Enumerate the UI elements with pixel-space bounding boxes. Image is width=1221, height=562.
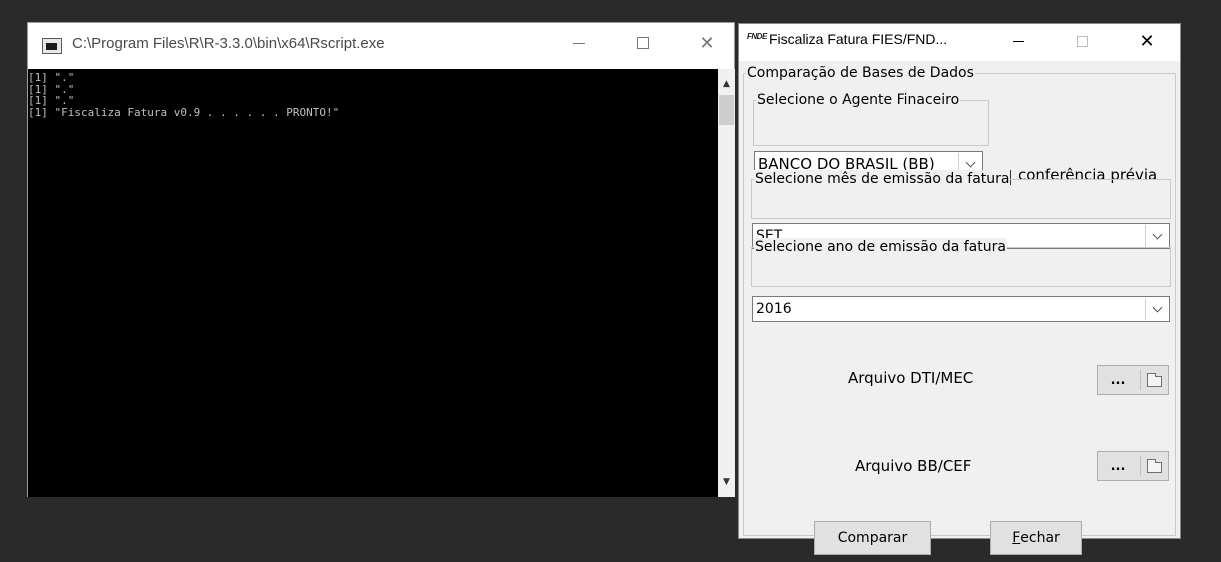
- dti-browse-button[interactable]: ...: [1097, 365, 1169, 395]
- close-icon: ✕: [699, 32, 715, 54]
- dialog-maximize-button: [1070, 27, 1094, 55]
- compare-button-label: Comparar: [837, 530, 908, 546]
- folder-icon: [1147, 458, 1162, 473]
- month-select-dropdown-button[interactable]: [1145, 225, 1168, 247]
- chevron-down-icon: [965, 157, 975, 167]
- close-button[interactable]: Fechar: [990, 521, 1082, 555]
- console-window: C:\Program Files\R\R-3.3.0\bin\x64\Rscri…: [27, 22, 735, 497]
- fnde-logo-icon: FNDE: [747, 32, 767, 41]
- agent-group-label: Selecione o Agente Finaceiro: [756, 91, 961, 109]
- close-button-mnemonic: F: [1012, 530, 1021, 546]
- minimize-icon: [573, 42, 585, 44]
- scroll-up-icon[interactable]: ▲: [718, 75, 735, 92]
- console-window-title: C:\Program Files\R\R-3.3.0\bin\x64\Rscri…: [72, 35, 385, 52]
- year-groupbox: Selecione ano de emissão da fatura: [751, 238, 1171, 287]
- month-groupbox: Selecione mês de emissão da fatura: [751, 170, 1171, 219]
- close-icon: ✕: [1139, 30, 1155, 52]
- folder-icon: [1147, 372, 1162, 387]
- scroll-down-icon[interactable]: ▼: [718, 473, 735, 490]
- console-app-icon: [42, 38, 62, 54]
- chevron-down-icon: [1152, 302, 1162, 312]
- comparison-group-label: Comparação de Bases de Dados: [746, 64, 975, 82]
- minimize-icon: [1012, 40, 1024, 42]
- year-select-value: 2016: [756, 301, 792, 317]
- maximize-icon: [1076, 35, 1088, 47]
- dialog-content: Comparação de Bases de Dados Selecione o…: [739, 61, 1180, 555]
- agent-groupbox: Selecione o Agente Finaceiro: [753, 91, 989, 146]
- dti-browse-label: ...: [1110, 372, 1126, 388]
- bb-browse-label: ...: [1110, 458, 1126, 474]
- bb-browse-button[interactable]: ...: [1097, 451, 1169, 481]
- compare-button[interactable]: Comparar: [814, 521, 931, 555]
- chevron-down-icon: [1152, 229, 1162, 239]
- button-separator: [1140, 456, 1141, 476]
- dialog-titlebar[interactable]: FNDE Fiscaliza Fatura FIES/FND... ✕: [739, 24, 1180, 61]
- close-button-label: echar: [1020, 530, 1060, 546]
- console-minimize-button[interactable]: [556, 23, 602, 63]
- maximize-icon: [637, 37, 649, 49]
- desktop: C:\Program Files\R\R-3.3.0\bin\x64\Rscri…: [0, 0, 1221, 562]
- dialog-minimize-button[interactable]: [1006, 27, 1030, 55]
- button-separator: [1140, 370, 1141, 390]
- month-group-label: Selecione mês de emissão da fatura: [754, 170, 1011, 188]
- dialog-close-button[interactable]: ✕: [1135, 27, 1159, 55]
- console-close-button[interactable]: ✕: [684, 23, 730, 63]
- console-maximize-button[interactable]: [620, 23, 666, 63]
- console-titlebar[interactable]: C:\Program Files\R\R-3.3.0\bin\x64\Rscri…: [28, 23, 734, 69]
- bb-file-label: Arquivo BB/CEF: [855, 457, 972, 475]
- dti-file-label: Arquivo DTI/MEC: [848, 369, 974, 387]
- console-output-area[interactable]: [1] "." [1] "." [1] "." [1] "Fiscaliza F…: [28, 69, 718, 497]
- fiscaliza-dialog: FNDE Fiscaliza Fatura FIES/FND... ✕ Comp…: [738, 23, 1181, 555]
- console-vertical-scrollbar[interactable]: ▲ ▼: [718, 69, 735, 497]
- year-select-dropdown-button[interactable]: [1145, 298, 1168, 320]
- year-group-label: Selecione ano de emissão da fatura: [754, 238, 1007, 256]
- dialog-title: Fiscaliza Fatura FIES/FND...: [769, 31, 948, 47]
- console-scroll-thumb[interactable]: [719, 95, 734, 125]
- console-output-text: [1] "." [1] "." [1] "." [1] "Fiscaliza F…: [28, 71, 340, 119]
- year-select[interactable]: 2016: [752, 296, 1170, 322]
